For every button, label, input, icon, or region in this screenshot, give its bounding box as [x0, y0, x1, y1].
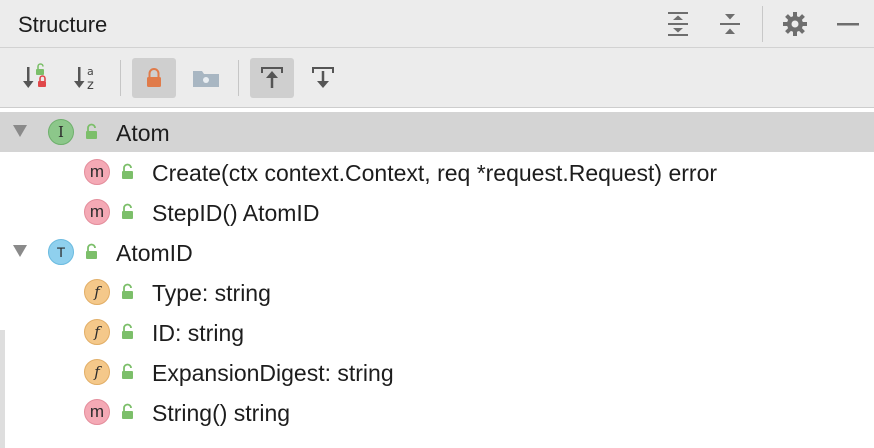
autoscroll-from-source-button[interactable] [301, 58, 345, 98]
tree-node-expansiondigest-field[interactable]: f ExpansionDigest: string [0, 352, 874, 392]
structure-toolbar: a z [0, 48, 874, 108]
tree-node-atomid[interactable]: T AtomID [0, 232, 874, 272]
tree-node-label: ID: string [152, 320, 245, 346]
public-lock-icon [122, 403, 133, 419]
gear-icon [783, 12, 807, 36]
public-lock-icon [122, 163, 133, 179]
autoscroll-to-source-button[interactable] [250, 58, 294, 98]
tree-node-stepid-method[interactable]: m StepID() AtomID [0, 192, 874, 232]
collapse-all-icon [720, 14, 740, 34]
expand-arrow-icon[interactable] [13, 125, 27, 137]
structure-panel: Structure a z I Atom m Create(ctx contex… [0, 0, 874, 448]
sort-by-visibility-icon [23, 63, 46, 88]
tree-node-label: Atom [116, 120, 170, 146]
sort-alphabetically-button[interactable]: a z [66, 58, 110, 98]
panel-title: Structure [18, 12, 108, 37]
header-separator [762, 6, 763, 42]
tree-node-id-field[interactable]: f ID: string [0, 312, 874, 352]
type-icon: T [48, 239, 74, 265]
svg-text:a: a [87, 65, 94, 78]
field-icon: f [84, 359, 110, 385]
expand-all-icon [668, 12, 688, 36]
interface-icon: I [48, 119, 74, 145]
public-lock-icon [122, 203, 133, 219]
public-lock-icon [122, 323, 133, 339]
public-lock-icon [86, 123, 97, 139]
public-lock-icon [122, 283, 133, 299]
method-icon: m [84, 199, 110, 225]
expand-all-button[interactable] [662, 8, 694, 40]
tree-node-string-method[interactable]: m String() string [0, 392, 874, 432]
panel-header: Structure [0, 0, 874, 48]
method-icon: m [84, 399, 110, 425]
autoscroll-to-source-icon [261, 67, 283, 88]
tree-node-create-method[interactable]: m Create(ctx context.Context, req *reque… [0, 152, 874, 192]
field-icon: f [84, 319, 110, 345]
public-lock-icon [122, 363, 133, 379]
tree-node-label: Type: string [152, 280, 271, 306]
minimize-button[interactable] [832, 8, 864, 40]
minimize-icon [837, 23, 859, 26]
tree-node-label: StepID() AtomID [152, 200, 320, 226]
sort-alphabetically-icon: a z [74, 65, 94, 93]
autoscroll-from-source-icon [312, 67, 334, 88]
toolbar-separator [238, 60, 239, 96]
left-edge-scrollbar[interactable] [0, 330, 5, 448]
toolbar-separator [120, 60, 121, 96]
sort-by-visibility-button[interactable] [15, 58, 59, 98]
svg-text:z: z [87, 78, 94, 93]
folder-icon [193, 71, 219, 87]
method-icon: m [84, 159, 110, 185]
structure-tree: I Atom m Create(ctx context.Context, req… [0, 110, 874, 448]
tree-node-label: Create(ctx context.Context, req *request… [152, 160, 718, 186]
public-lock-icon [86, 243, 97, 259]
settings-button[interactable] [779, 8, 811, 40]
tree-node-label: ExpansionDigest: string [152, 360, 394, 386]
field-icon: f [84, 279, 110, 305]
tree-node-atom[interactable]: I Atom [0, 112, 874, 152]
collapse-all-button[interactable] [714, 8, 746, 40]
show-non-public-button[interactable] [132, 58, 176, 98]
tree-node-type-field[interactable]: f Type: string [0, 272, 874, 312]
tree-node-label: AtomID [116, 240, 193, 266]
expand-arrow-icon[interactable] [13, 245, 27, 257]
show-fields-folder-button[interactable] [184, 58, 228, 98]
tree-node-label: String() string [152, 400, 291, 426]
lock-icon [147, 68, 161, 87]
